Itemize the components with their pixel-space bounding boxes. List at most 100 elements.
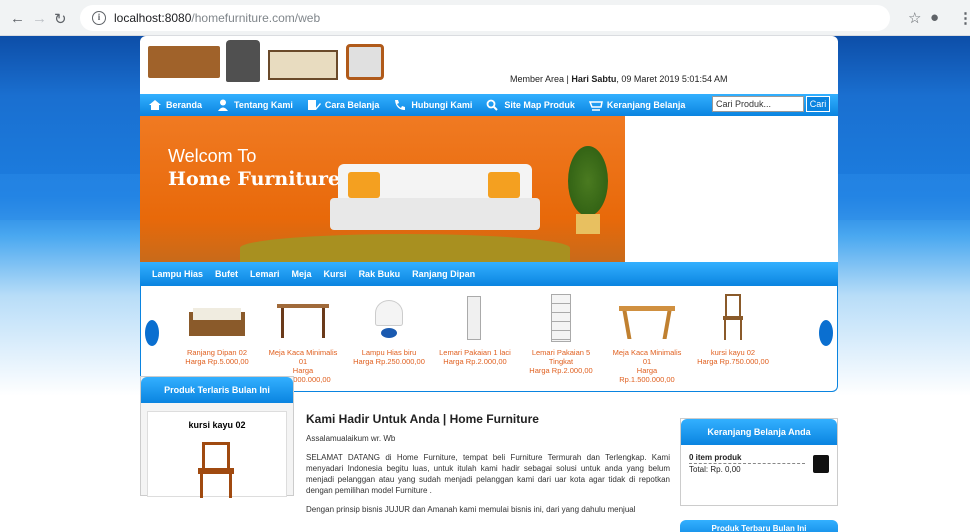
rug-image [240, 234, 570, 262]
table-image [609, 292, 685, 344]
product-price: Harga Rp.750.000,00 [697, 357, 769, 366]
member-area: Member Area | Hari Sabtu, 09 Maret 2019 … [510, 74, 727, 84]
product-card[interactable]: Meja Kaca Minimalis 01 Harga Rp.2.000.00… [265, 292, 341, 384]
cart-box: Keranjang Belanja Anda 0 item produk Tot… [680, 418, 838, 506]
edit-icon [307, 99, 321, 111]
sofa-image [330, 164, 540, 230]
home-icon [148, 99, 162, 111]
bestseller-product-name: kursi kayu 02 [188, 420, 246, 430]
nav-cara-belanja[interactable]: Cara Belanja [307, 99, 379, 111]
bestseller-title: Produk Terlaris Bulan Ini [141, 377, 293, 403]
reload-icon[interactable]: ↻ [54, 10, 67, 28]
menu-dots-icon[interactable]: ⋮ [958, 9, 970, 27]
content-title: Kami Hadir Untuk Anda | Home Furniture [306, 412, 539, 426]
bestseller-box: Produk Terlaris Bulan Ini kursi kayu 02 [140, 376, 294, 498]
url-path: /homefurniture.com/web [191, 11, 321, 25]
category-bar: Lampu Hias Bufet Lemari Meja Kursi Rak B… [140, 262, 838, 286]
nav-label: Site Map Produk [504, 100, 575, 110]
chair-image [198, 442, 234, 498]
search-icon [486, 99, 500, 111]
cart-total: Total: Rp. 0,00 [689, 465, 741, 474]
nav-label: Hubungi Kami [411, 100, 473, 110]
category-lemari[interactable]: Lemari [250, 269, 280, 279]
table-image [265, 292, 341, 344]
site-info-icon[interactable]: i [92, 11, 106, 25]
product-name: Lemari Pakaian 5 Tingkat [531, 348, 591, 366]
bed-image [268, 50, 338, 80]
product-name: Lemari Pakaian 1 laci [439, 348, 511, 357]
product-price: Harga Rp.2.000,00 [443, 357, 507, 366]
browser-toolbar: ← → ↻ i localhost:8080/homefurniture.com… [0, 0, 970, 36]
search-button[interactable]: Cari [806, 96, 830, 112]
welcome-paragraph: SELAMAT DATANG di Home Furniture, tempat… [306, 453, 670, 495]
lamp-image [351, 292, 427, 344]
forward-icon[interactable]: → [32, 10, 47, 27]
banner-line1: Welcom To [168, 146, 257, 166]
nav-site-map[interactable]: Site Map Produk [486, 99, 575, 111]
search-input[interactable]: Cari Produk... [712, 96, 804, 112]
cart-item-count[interactable]: 0 item produk [689, 453, 741, 462]
product-price: Harga Rp.2.000,00 [529, 366, 593, 375]
product-name: Lampu Hias biru [361, 348, 417, 357]
product-name: kursi kayu 02 [710, 348, 756, 357]
principle-paragraph: Dengan prinsip bisnis JUJUR dan Amanah k… [306, 505, 636, 514]
plant-image [568, 146, 608, 216]
greeting-text: Assalamualaikum wr. Wb [306, 434, 396, 443]
product-name: Ranjang Dipan 02 [186, 348, 248, 357]
cart-icon [588, 99, 603, 111]
url-host: localhost:8080 [114, 11, 192, 25]
bed-image [179, 292, 255, 344]
profile-icon[interactable]: ● [930, 9, 939, 26]
divider [689, 463, 805, 464]
banner-line2: Home Furniture [168, 168, 341, 190]
category-bufet[interactable]: Bufet [215, 269, 238, 279]
shelf-image [523, 292, 599, 344]
category-meja[interactable]: Meja [292, 269, 312, 279]
shopping-bag-icon[interactable] [813, 455, 829, 473]
nav-label: Beranda [166, 100, 203, 110]
bestseller-item[interactable]: kursi kayu 02 [147, 411, 287, 498]
cart-title: Keranjang Belanja Anda [681, 419, 837, 445]
site-header: Member Area | Hari Sabtu, 09 Maret 2019 … [140, 36, 838, 94]
sideboard-image [148, 46, 220, 78]
product-card[interactable]: Lemari Pakaian 1 laci Harga Rp.2.000,00 [437, 292, 513, 366]
product-price: Harga Rp.5.000,00 [185, 357, 249, 366]
product-card[interactable]: Lemari Pakaian 5 Tingkat Harga Rp.2.000,… [523, 292, 599, 375]
product-price: Harga Rp.250.000,00 [353, 357, 425, 366]
product-card[interactable]: kursi kayu 02 Harga Rp.750.000,00 [695, 292, 771, 366]
main-content: Kami Hadir Untuk Anda | Home Furniture A… [306, 412, 670, 523]
chair-image [695, 292, 771, 344]
wardrobe-image [437, 292, 513, 344]
nav-beranda[interactable]: Beranda [148, 99, 202, 111]
nav-hubungi-kami[interactable]: Hubungi Kami [393, 99, 472, 111]
user-icon [216, 99, 230, 111]
phone-icon [393, 99, 407, 111]
new-products-box: Produk Terbaru Bulan Ini [680, 520, 838, 532]
nav-keranjang[interactable]: Keranjang Belanja [588, 99, 686, 111]
product-price: Harga Rp.1.500.000,00 [619, 366, 675, 384]
nav-tentang-kami[interactable]: Tentang Kami [216, 99, 293, 111]
hero-banner: Welcom To Home Furniture [140, 116, 625, 262]
product-card[interactable]: Lampu Hias biru Harga Rp.250.000,00 [351, 292, 427, 366]
product-card[interactable]: Ranjang Dipan 02 Harga Rp.5.000,00 [179, 292, 255, 366]
category-lampu-hias[interactable]: Lampu Hias [152, 269, 203, 279]
address-bar[interactable]: i localhost:8080/homefurniture.com/web [80, 5, 890, 31]
nav-label: Keranjang Belanja [606, 100, 686, 110]
category-kursi[interactable]: Kursi [324, 269, 347, 279]
product-card[interactable]: Meja Kaca Minimalis 01 Harga Rp.1.500.00… [609, 292, 685, 384]
product-name: Meja Kaca Minimalis 01 [612, 348, 682, 366]
pot-image [576, 214, 600, 234]
armchair-image [226, 40, 260, 82]
carousel-prev-icon[interactable] [145, 320, 159, 346]
nav-label: Tentang Kami [234, 100, 293, 110]
bookmark-star-icon[interactable]: ☆ [908, 9, 921, 27]
member-area-link[interactable]: Member Area | [510, 74, 571, 84]
carousel-next-icon[interactable] [819, 320, 833, 346]
chair-image [346, 44, 384, 80]
category-rak-buku[interactable]: Rak Buku [359, 269, 401, 279]
main-nav: Beranda Tentang Kami Cara Belanja Hubung… [140, 94, 838, 116]
datetime-text: , 09 Maret 2019 5:01:54 AM [616, 74, 728, 84]
back-icon[interactable]: ← [10, 10, 25, 27]
product-name: Meja Kaca Minimalis 01 [268, 348, 338, 366]
category-ranjang-dipan[interactable]: Ranjang Dipan [412, 269, 475, 279]
